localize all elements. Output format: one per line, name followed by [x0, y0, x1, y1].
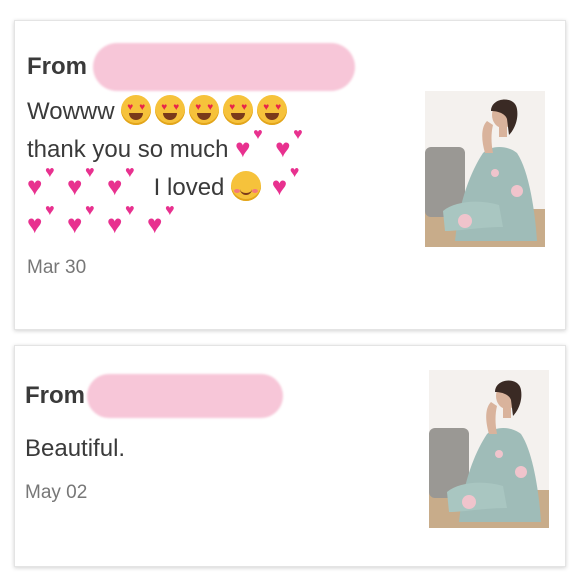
- heart-eyes-emoji-icon: ♥ ♥: [121, 95, 152, 125]
- messages-page: From Wowww ♥ ♥ ♥ ♥ ♥ ♥ ♥ ♥ ♥ ♥ thank you so much …: [0, 0, 580, 580]
- two-hearts-icon: ♥ ♥: [271, 164, 300, 201]
- message-card[interactable]: From Wowww ♥ ♥ ♥ ♥ ♥ ♥ ♥ ♥ ♥ ♥ thank you so much …: [14, 20, 566, 330]
- sender-row: From: [25, 374, 283, 418]
- heart-eyes-emoji-icon: ♥ ♥: [257, 95, 288, 125]
- two-hearts-icon: ♥ ♥: [107, 202, 135, 239]
- sender-row: From: [27, 43, 355, 91]
- heart-eyes-emoji-icon: ♥ ♥: [155, 95, 186, 125]
- two-hearts-icon: ♥ ♥: [67, 164, 95, 201]
- heart-eyes-emoji-icon: ♥ ♥: [223, 95, 254, 125]
- from-label: From: [25, 382, 85, 409]
- product-image: [425, 91, 545, 247]
- two-hearts-icon: ♥ ♥: [27, 164, 55, 201]
- message-line-1: Wowww: [27, 98, 115, 125]
- smiling-face-with-hearts-icon: [231, 171, 262, 201]
- from-label: From: [27, 53, 87, 80]
- heart-eyes-emoji-icon: ♥ ♥: [189, 95, 220, 125]
- message-line-2: thank you so much: [27, 136, 229, 163]
- product-thumbnail[interactable]: [425, 91, 545, 247]
- two-hearts-icon: ♥ ♥: [147, 202, 175, 239]
- redacted-sender-name: [87, 374, 283, 418]
- message-date: May 02: [25, 482, 88, 503]
- two-hearts-icon: ♥ ♥: [275, 126, 303, 163]
- two-hearts-icon: ♥ ♥: [235, 126, 263, 163]
- two-hearts-icon: ♥ ♥: [27, 202, 55, 239]
- product-thumbnail[interactable]: [429, 370, 549, 528]
- message-line-3: I loved: [153, 174, 225, 201]
- redacted-sender-name: [93, 43, 355, 91]
- message-card[interactable]: From Beautiful. May 02: [14, 345, 566, 567]
- message-date: Mar 30: [27, 257, 87, 278]
- message-text: Wowww ♥ ♥ ♥ ♥ ♥ ♥ ♥ ♥ ♥ ♥ thank you so much ♥ ♥ ♥ ♥ …: [27, 93, 397, 245]
- message-text: Beautiful.: [25, 435, 126, 462]
- two-hearts-icon: ♥ ♥: [107, 164, 135, 201]
- two-hearts-icon: ♥ ♥: [67, 202, 95, 239]
- product-image: [429, 370, 549, 528]
